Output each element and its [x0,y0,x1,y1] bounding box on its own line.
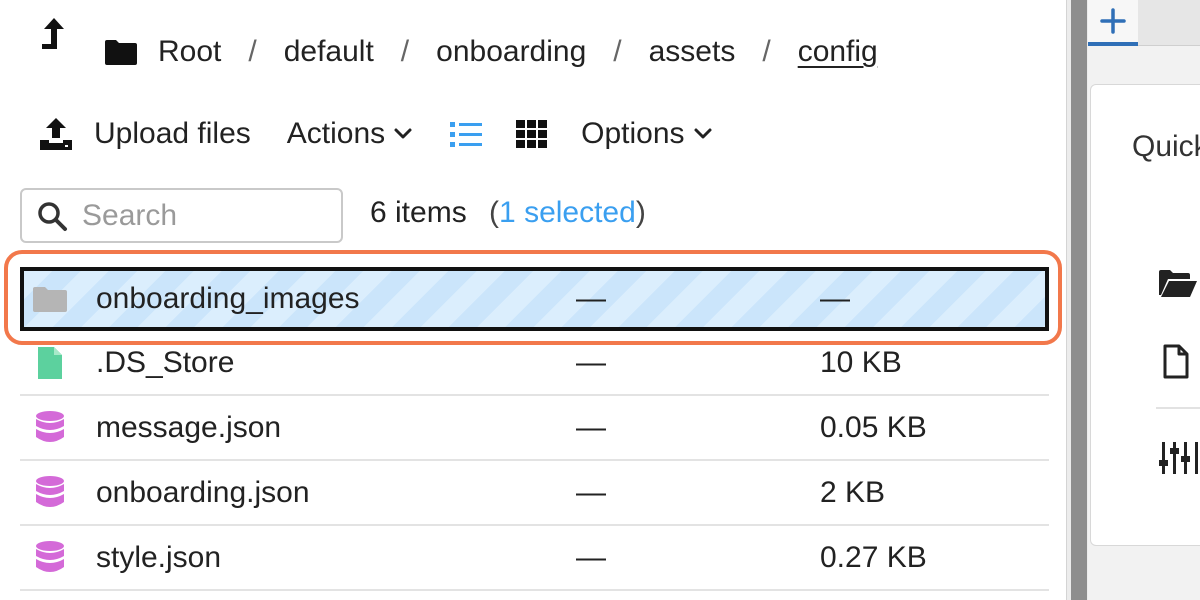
item-count: 6 items (1 selected) [370,196,646,230]
file-modified: — [576,410,606,444]
breadcrumb-default[interactable]: default [284,35,374,69]
paren-open: ( [489,196,500,229]
breadcrumb-root[interactable]: Root [158,35,221,69]
table-row[interactable]: .DS_Store — 10 KB [20,331,1049,396]
divider [1156,407,1200,409]
database-icon [30,538,70,578]
breadcrumb-separator: / [613,35,622,68]
side-panel: Quick [1088,0,1200,600]
file-name: onboarding_images [96,282,360,315]
grid-icon [516,120,548,148]
file-size: — [820,282,850,315]
plus-icon [1100,8,1126,34]
item-count-text: 6 items [370,196,467,229]
table-row[interactable]: onboarding_images — — [20,267,1049,331]
file-browser-panel: Root / default / onboarding / assets / c… [0,0,1066,600]
file-modified: — [576,345,606,379]
file-modified: — [576,475,606,509]
list-view-button[interactable] [449,120,483,148]
sliders-icon [1159,442,1198,474]
file-icon [1163,344,1189,379]
file-size: 2 KB [820,475,886,509]
search-box [20,188,343,243]
quick-panel-title: Quick [1132,130,1200,163]
file-size: 0.27 KB [820,540,927,574]
new-file-button[interactable] [1162,344,1190,385]
search-input[interactable] [82,198,322,233]
arrow-up-icon [42,18,64,49]
breadcrumb-separator: / [400,35,410,68]
panel-splitter[interactable] [1066,0,1088,600]
tab-strip [1088,0,1200,46]
actions-label: Actions [286,117,386,150]
file-size: 0.05 KB [820,410,927,444]
list-icon [450,122,483,147]
grid-view-button[interactable] [515,119,549,149]
navigate-up-button[interactable] [36,14,72,60]
add-tab-button[interactable] [1088,0,1138,46]
file-list: onboarding_images — — .DS_Store — 10 KB [20,267,1049,591]
file-modified: — [576,540,606,574]
database-icon [30,408,70,448]
database-icon [30,473,70,513]
breadcrumb: Root / default / onboarding / assets / c… [104,30,878,74]
actions-dropdown[interactable]: Actions [287,117,413,151]
chevron-down-icon [694,128,712,139]
table-row[interactable]: message.json — 0.05 KB [20,396,1049,461]
upload-files-label: Upload files [94,117,251,150]
file-icon [30,343,70,383]
file-name: style.json [96,540,222,574]
file-name: message.json [96,410,282,444]
breadcrumb-separator: / [248,35,257,68]
breadcrumb-separator: / [762,35,771,68]
table-row[interactable]: style.json — 0.27 KB [20,526,1049,591]
toolbar: Upload files Actions Options [38,110,713,158]
open-folder-button[interactable] [1158,268,1198,305]
upload-files-button[interactable]: Upload files [38,116,251,152]
file-name: .DS_Store [96,345,235,379]
settings-button[interactable] [1158,440,1198,481]
file-modified: — [576,282,606,315]
scrollbar[interactable] [1071,0,1087,600]
breadcrumb-onboarding[interactable]: onboarding [436,35,586,69]
options-label: Options [581,117,685,150]
upload-icon [40,118,72,150]
options-dropdown[interactable]: Options [581,117,712,151]
paren-close: ) [635,196,646,229]
folder-icon [105,40,137,65]
table-row[interactable]: onboarding.json — 2 KB [20,461,1049,526]
selected-count-link[interactable]: 1 selected [499,196,636,229]
search-icon [38,201,67,231]
breadcrumb-config[interactable]: config [798,35,878,69]
folder-open-icon [1159,270,1197,297]
breadcrumb-assets[interactable]: assets [649,35,736,69]
file-name: onboarding.json [96,475,310,509]
folder-icon [30,279,70,319]
file-size: 10 KB [820,345,902,379]
chevron-down-icon [394,128,412,139]
